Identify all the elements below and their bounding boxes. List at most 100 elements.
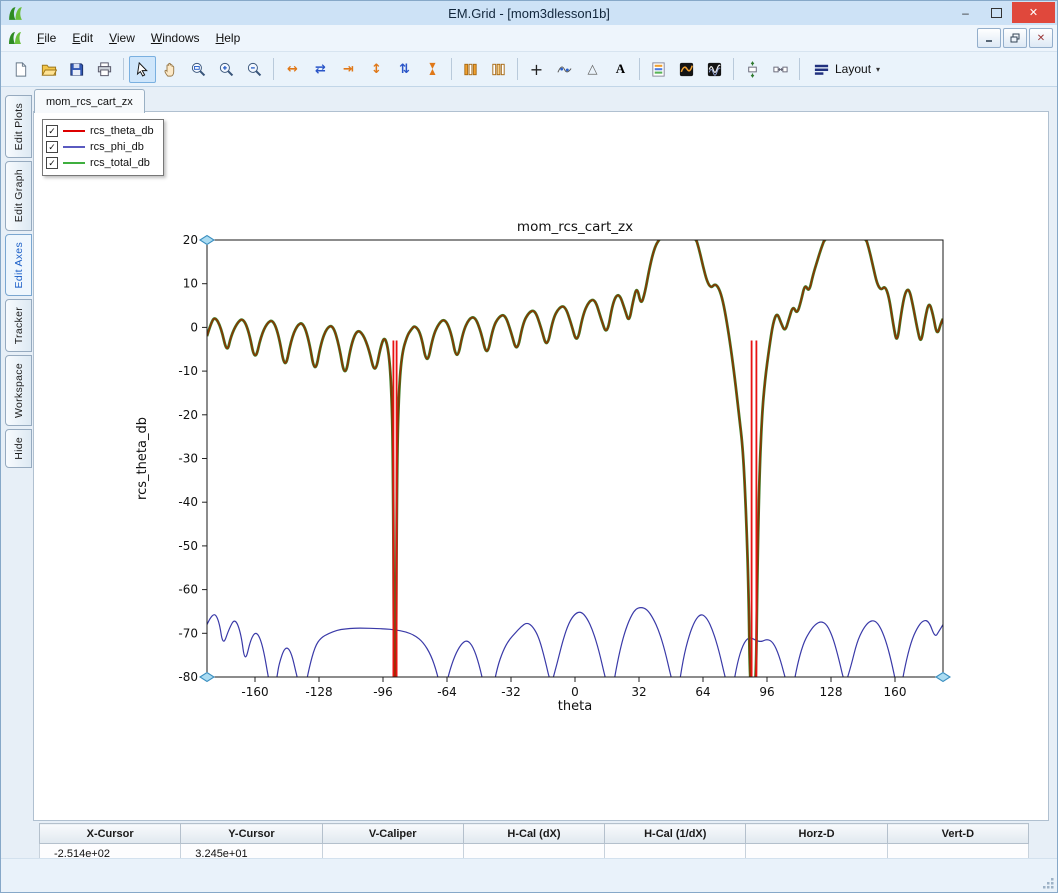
menu-list: FileEditViewWindowsHelp: [29, 28, 248, 48]
svg-text:-64: -64: [437, 685, 457, 699]
sidebar-tab-edit-graph[interactable]: Edit Graph: [5, 161, 32, 230]
svg-text:-70: -70: [178, 626, 198, 640]
menu-windows[interactable]: Windows: [143, 28, 208, 48]
chart-title: mom_rcs_cart_zx: [517, 219, 633, 235]
title-bar: EM.Grid - [mom3dlesson1b] – ✕: [1, 1, 1057, 25]
layout-menu-button[interactable]: Layout▾: [805, 56, 888, 83]
bar-graph-alt-button[interactable]: [485, 56, 512, 83]
mdi-window-buttons: ✕: [977, 28, 1053, 48]
maximize-button[interactable]: [981, 2, 1012, 23]
legend-checkbox[interactable]: ✓: [46, 125, 58, 137]
svg-text:-10: -10: [178, 364, 198, 378]
fft-window-button[interactable]: [673, 56, 700, 83]
sidebar-tab-label: Tracker: [11, 300, 27, 351]
toolbar-separator: [733, 58, 734, 80]
x-scroll-button[interactable]: ⇄: [307, 56, 334, 83]
y-zoom-full-button[interactable]: ↕: [363, 56, 390, 83]
sidebar-tab-edit-axes[interactable]: Edit Axes: [5, 234, 32, 296]
pan-tool-button[interactable]: [157, 56, 184, 83]
menu-edit[interactable]: Edit: [64, 28, 101, 48]
resize-grip[interactable]: [1042, 877, 1055, 890]
legend-item: ✓ rcs_theta_db: [46, 123, 154, 139]
toolbar-separator: [799, 58, 800, 80]
legend-line-sample: [63, 130, 85, 132]
menu-file[interactable]: File: [29, 28, 64, 48]
fit-horizontal-button[interactable]: [767, 56, 794, 83]
svg-text:-40: -40: [178, 495, 198, 509]
sidebar-tab-edit-plots[interactable]: Edit Plots: [5, 95, 32, 158]
open-file-button[interactable]: [35, 56, 62, 83]
legend-label: rcs_phi_db: [90, 141, 144, 153]
legend-checkbox[interactable]: ✓: [46, 157, 58, 169]
svg-text:160: 160: [884, 685, 907, 699]
legend-item: ✓rcs_total_db: [46, 155, 154, 171]
cursor-col-header: Vert-D: [887, 824, 1028, 844]
plot-area[interactable]: [207, 240, 943, 677]
sidebar-tab-label: Workspace: [11, 356, 27, 425]
caliper-button[interactable]: △: [579, 56, 606, 83]
tracker-tool-button[interactable]: [551, 56, 578, 83]
minimize-button[interactable]: –: [950, 2, 981, 23]
zoom-window-button[interactable]: [185, 56, 212, 83]
client-area: Edit Plots Edit Graph Edit Axes Tracker Work…: [1, 87, 1057, 892]
plot-properties-button[interactable]: [645, 56, 672, 83]
menu-view[interactable]: View: [101, 28, 143, 48]
sidebar-tab-label: Edit Graph: [11, 162, 27, 229]
svg-text:20: 20: [183, 233, 198, 247]
document-tab[interactable]: mom_rcs_cart_zx: [34, 89, 145, 113]
mdi-minimize-button[interactable]: [977, 28, 1001, 48]
menu-help[interactable]: Help: [208, 28, 249, 48]
sidebar-tab-workspace[interactable]: Workspace: [5, 355, 32, 426]
toolbar: ↔⇄⇥↕⇅▼▲ + △A Layout▾: [1, 52, 1057, 87]
x-axis-label: theta: [558, 699, 592, 714]
svg-text:0: 0: [190, 320, 198, 334]
svg-text:-96: -96: [373, 685, 393, 699]
y-axis-label: rcs_theta_db: [135, 417, 150, 500]
svg-text:-32: -32: [501, 685, 521, 699]
zoom-out-button[interactable]: [241, 56, 268, 83]
save-button[interactable]: [63, 56, 90, 83]
svg-text:128: 128: [820, 685, 843, 699]
sidebar-tab-label: Edit Axes: [11, 235, 27, 295]
mdi-close-button[interactable]: ✕: [1029, 28, 1053, 48]
app-logo-icon-small: [7, 30, 23, 46]
app-window: EM.Grid - [mom3dlesson1b] – ✕ FileEditVi…: [0, 0, 1058, 893]
sidebar: Edit Plots Edit Graph Edit Axes Tracker Work…: [5, 95, 32, 471]
legend-item: ✓ rcs_phi_db: [46, 139, 154, 155]
crosshair-button[interactable]: +: [523, 56, 550, 83]
svg-text:96: 96: [759, 685, 774, 699]
legend-checkbox[interactable]: ✓: [46, 141, 58, 153]
cursor-col-header: H-Cal (dX): [463, 824, 604, 844]
text-annotation-button[interactable]: A: [607, 56, 634, 83]
svg-text:32: 32: [631, 685, 646, 699]
cursor-col-header: Horz-D: [746, 824, 887, 844]
sidebar-tab-hide[interactable]: Hide: [5, 429, 32, 468]
svg-text:-160: -160: [241, 685, 268, 699]
document-tab-label: mom_rcs_cart_zx: [46, 96, 133, 108]
legend-line-sample: [63, 146, 85, 148]
legend: ✓ rcs_theta_db ✓ rcs_phi_db ✓rcs_total_db: [42, 119, 164, 176]
new-file-button[interactable]: [7, 56, 34, 83]
mdi-restore-button[interactable]: [1003, 28, 1027, 48]
sidebar-tab-label: Hide: [11, 430, 27, 467]
fit-vertical-button[interactable]: [739, 56, 766, 83]
y-compress-button[interactable]: ▼▲: [419, 56, 446, 83]
y-scroll-button[interactable]: ⇅: [391, 56, 418, 83]
zoom-in-button[interactable]: [213, 56, 240, 83]
bar-graph-button[interactable]: [457, 56, 484, 83]
select-tool-button[interactable]: [129, 56, 156, 83]
print-button[interactable]: [91, 56, 118, 83]
legend-label: rcs_theta_db: [90, 125, 154, 137]
svg-text:-50: -50: [178, 539, 198, 553]
svg-text:-20: -20: [178, 408, 198, 422]
cursor-col-header: X-Cursor: [40, 824, 181, 844]
toolbar-separator: [639, 58, 640, 80]
maximize-icon: [991, 8, 1002, 18]
chart-svg[interactable]: -160-128-96-64-32032649612816020100-10-2…: [34, 112, 1048, 820]
x-zoom-full-button[interactable]: ↔: [279, 56, 306, 83]
sidebar-tab-tracker[interactable]: Tracker: [5, 299, 32, 352]
toolbar-separator: [123, 58, 124, 80]
close-button[interactable]: ✕: [1012, 2, 1055, 23]
waveform-window-button[interactable]: [701, 56, 728, 83]
x-limits-button[interactable]: ⇥: [335, 56, 362, 83]
